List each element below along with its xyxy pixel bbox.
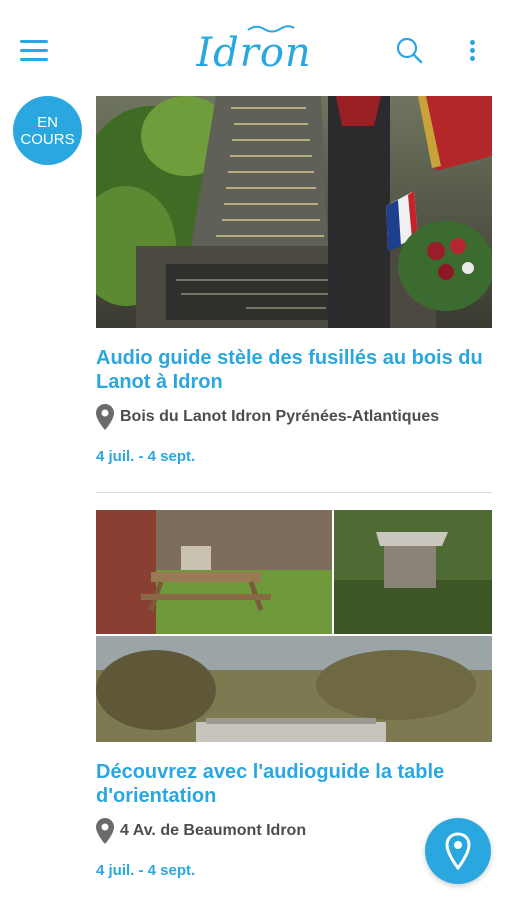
location-pin-icon <box>96 404 114 430</box>
badge-line1: EN <box>37 114 58 131</box>
event-dates: 4 juil. - 4 sept. <box>96 448 196 465</box>
event-card[interactable]: Audio guide stèle des fusillés au bois d… <box>96 96 492 465</box>
event-location-text: Bois du Lanot Idron Pyrénées-Atlantiques <box>120 408 440 425</box>
divider <box>96 492 492 493</box>
more-vertical-icon[interactable] <box>466 40 478 64</box>
app-logo: Idron <box>184 22 324 78</box>
logo-text: Idron <box>196 30 312 76</box>
event-card[interactable]: Découvrez avec l'audioguide la table d'o… <box>96 510 492 879</box>
event-location-text: 4 Av. de Beaumont Idron <box>120 822 307 839</box>
search-icon[interactable] <box>395 36 423 64</box>
event-title[interactable]: Audio guide stèle des fusillés au bois d… <box>96 346 492 394</box>
location-pin-icon <box>96 818 114 844</box>
app-header: Idron <box>0 0 507 96</box>
hamburger-menu-icon[interactable] <box>20 40 48 62</box>
event-title[interactable]: Découvrez avec l'audioguide la table d'o… <box>96 760 492 808</box>
map-fab-button[interactable] <box>425 818 491 884</box>
event-location: Bois du Lanot Idron Pyrénées-Atlantiques <box>96 404 492 430</box>
orientation-table-collage[interactable] <box>96 510 492 742</box>
badge-line2: COURS <box>20 131 75 148</box>
memorial-stele-photo[interactable] <box>96 96 492 328</box>
map-pin-icon <box>445 832 471 870</box>
status-badge-en-cours[interactable]: EN COURS <box>13 96 82 165</box>
